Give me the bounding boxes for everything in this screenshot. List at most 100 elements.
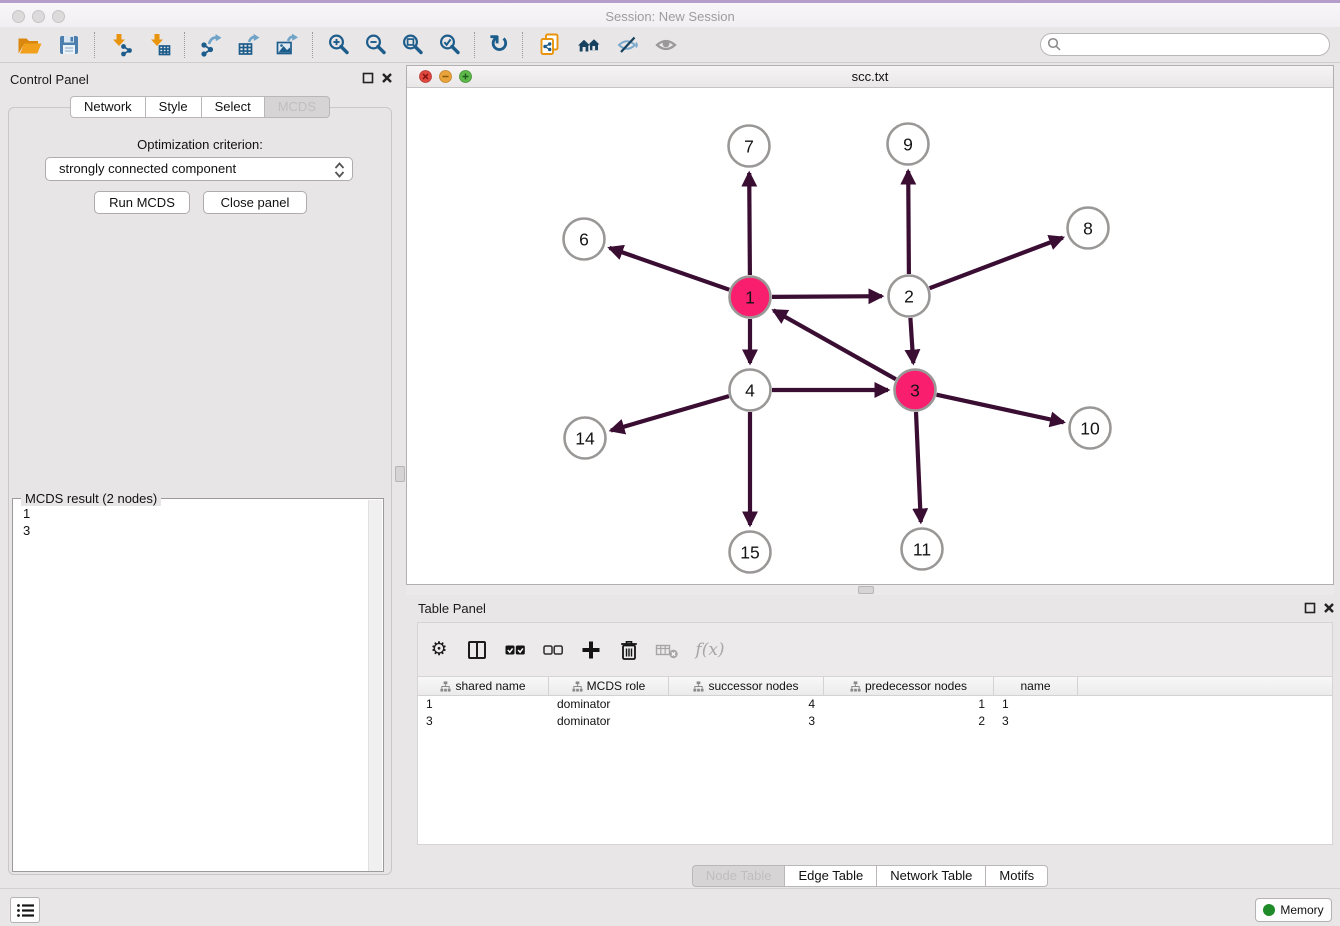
column-header-predecessor-nodes[interactable]: predecessor nodes: [824, 677, 994, 696]
column-label: shared name: [455, 679, 525, 693]
edge-1-6[interactable]: [610, 248, 730, 290]
cell-shared-name[interactable]: 3: [418, 713, 549, 730]
tab-mcds[interactable]: MCDS: [265, 96, 330, 118]
column-header-shared-name[interactable]: shared name: [418, 677, 549, 696]
node-14[interactable]: 14: [565, 418, 606, 459]
network-window-titlebar[interactable]: scc.txt: [407, 66, 1333, 88]
cell-successor-nodes[interactable]: 3: [669, 713, 824, 730]
edge-1-7[interactable]: [749, 173, 750, 275]
tab-style[interactable]: Style: [146, 96, 202, 118]
search-input[interactable]: [1040, 33, 1330, 56]
edge-3-1[interactable]: [774, 310, 896, 379]
cell-name[interactable]: 1: [994, 696, 1078, 713]
node-8[interactable]: 8: [1068, 208, 1109, 249]
edge-2-3[interactable]: [910, 318, 913, 363]
edge-3-10[interactable]: [937, 395, 1064, 423]
tab-network-table[interactable]: Network Table: [877, 865, 986, 887]
function-builder-button[interactable]: f(x): [693, 639, 727, 661]
edge-2-8[interactable]: [930, 238, 1063, 289]
delete-column-button[interactable]: [655, 639, 679, 661]
cell-mcds-role[interactable]: dominator: [549, 696, 669, 713]
split-divider-handle[interactable]: [395, 466, 405, 482]
node-label: 14: [575, 429, 595, 449]
close-table-panel-button[interactable]: [1319, 600, 1339, 616]
mcds-result-box: MCDS result (2 nodes) 13: [12, 498, 384, 872]
import-network-button[interactable]: [105, 31, 137, 59]
run-mcds-button[interactable]: Run MCDS: [94, 191, 190, 214]
node-9[interactable]: 9: [888, 124, 929, 165]
node-6[interactable]: 6: [564, 219, 605, 260]
table-row[interactable]: 1dominator411: [418, 696, 1332, 713]
criterion-select[interactable]: strongly connected component: [45, 157, 353, 181]
close-panel-button-mcds[interactable]: Close panel: [203, 191, 307, 214]
tab-node-table[interactable]: Node Table: [692, 865, 786, 887]
split-view-button[interactable]: [465, 639, 489, 661]
cell-predecessor-nodes[interactable]: 1: [824, 696, 994, 713]
clone-network-button[interactable]: [533, 30, 566, 59]
search-field-wrap: [1040, 33, 1330, 56]
show-all-button[interactable]: [650, 31, 682, 59]
hide-selected-button[interactable]: [612, 31, 644, 59]
export-table-button[interactable]: [233, 31, 265, 59]
cell-predecessor-nodes[interactable]: 2: [824, 713, 994, 730]
cell-mcds-role[interactable]: dominator: [549, 713, 669, 730]
node-1[interactable]: 1: [730, 277, 771, 318]
float-table-panel-button[interactable]: [1300, 600, 1320, 616]
export-image-icon: [275, 45, 299, 60]
tab-motifs[interactable]: Motifs: [986, 865, 1048, 887]
node-3[interactable]: 3: [895, 370, 936, 411]
tab-select[interactable]: Select: [202, 96, 265, 118]
import-table-icon: [147, 45, 171, 60]
edge-4-14[interactable]: [611, 396, 729, 430]
node-15[interactable]: 15: [730, 532, 771, 573]
network-canvas[interactable]: 7 9 6 8 1 2 4 3 14 10 15 11: [408, 88, 1332, 584]
column-hierarchy-icon: [693, 681, 704, 692]
tab-edge-table[interactable]: Edge Table: [785, 865, 877, 887]
tab-network[interactable]: Network: [70, 96, 146, 118]
refresh-button[interactable]: ↻: [485, 30, 513, 60]
zoom-in-button[interactable]: [323, 31, 354, 58]
select-all-button[interactable]: [503, 639, 527, 661]
first-neighbors-button[interactable]: [572, 31, 606, 59]
task-history-button[interactable]: [10, 897, 40, 923]
node-4[interactable]: 4: [730, 370, 771, 411]
column-header-name[interactable]: name: [994, 677, 1078, 696]
edge-label-tick: [826, 295, 834, 298]
column-header-successor-nodes[interactable]: successor nodes: [669, 677, 824, 696]
delete-button[interactable]: [617, 639, 641, 661]
open-session-button[interactable]: [13, 31, 47, 59]
save-session-button[interactable]: [53, 31, 85, 59]
table-panel-title: Table Panel: [418, 601, 486, 616]
cell-shared-name[interactable]: 1: [418, 696, 549, 713]
add-column-button[interactable]: [579, 639, 603, 661]
import-table-button[interactable]: [143, 31, 175, 59]
mcds-result-node: 3: [13, 522, 383, 539]
horizontal-split-handle[interactable]: [858, 586, 874, 594]
open-session-icon: [17, 45, 43, 60]
column-header-filler: [1078, 677, 1332, 696]
column-header-mcds-role[interactable]: MCDS role: [549, 677, 669, 696]
node-7[interactable]: 7: [729, 126, 770, 167]
control-panel-tabs: NetworkStyleSelectMCDS: [0, 96, 400, 118]
table-settings-button[interactable]: ⚙: [427, 639, 451, 661]
cell-successor-nodes[interactable]: 4: [669, 696, 824, 713]
node-10[interactable]: 10: [1070, 408, 1111, 449]
deselect-all-button[interactable]: [541, 639, 565, 661]
close-panel-button[interactable]: [377, 70, 397, 86]
node-11[interactable]: 11: [902, 529, 943, 570]
node-2[interactable]: 2: [889, 276, 930, 317]
zoom-fit-button[interactable]: [397, 31, 428, 58]
float-panel-button[interactable]: [358, 70, 378, 86]
node-label: 7: [744, 137, 754, 157]
zoom-out-button[interactable]: [360, 31, 391, 58]
result-scrollbar[interactable]: [368, 500, 382, 871]
zoom-selected-button[interactable]: [434, 31, 465, 58]
column-label: predecessor nodes: [865, 679, 967, 693]
edge-2-9[interactable]: [908, 171, 909, 274]
memory-button[interactable]: Memory: [1255, 898, 1332, 922]
edge-3-11[interactable]: [916, 412, 921, 522]
export-network-button[interactable]: [195, 31, 227, 59]
export-image-button[interactable]: [271, 31, 303, 59]
cell-name[interactable]: 3: [994, 713, 1078, 730]
table-row[interactable]: 3dominator323: [418, 713, 1332, 730]
